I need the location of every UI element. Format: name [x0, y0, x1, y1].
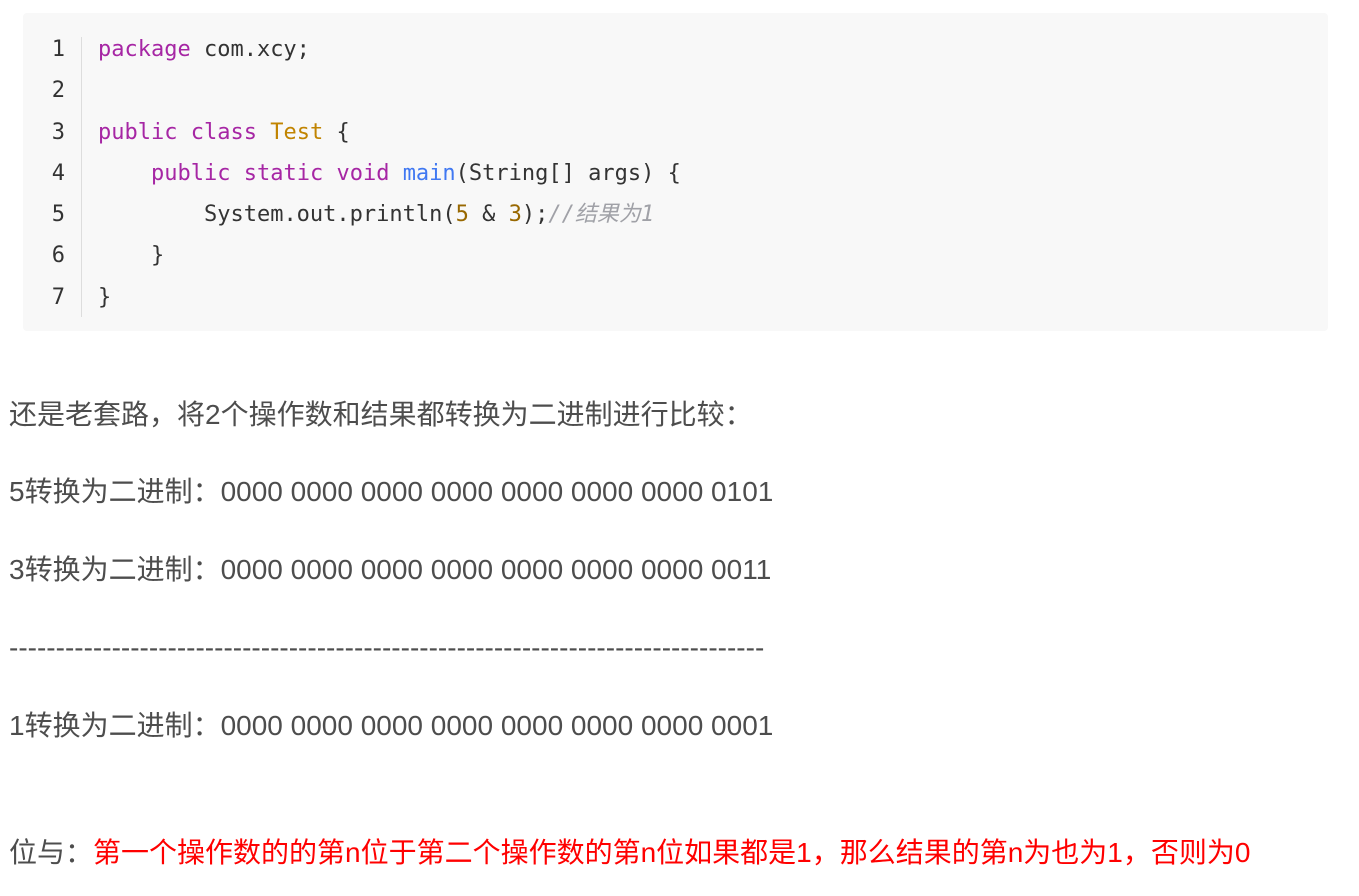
bitwise-and-definition: 位与：第一个操作数的的第n位于第二个操作数的第n位如果都是1，那么结果的第n为也…: [9, 836, 1250, 870]
binary-five-paragraph: 5转换为二进制：0000 0000 0000 0000 0000 0000 00…: [9, 476, 774, 507]
code-text: &: [468, 202, 509, 228]
class-name: Test: [270, 119, 324, 145]
code-comment: //结果为1: [548, 202, 655, 228]
code-content: package com.xcy; public class Test { pub…: [98, 37, 681, 326]
code-line: public class Test {: [98, 120, 681, 161]
line-number: 6: [51, 243, 65, 269]
line-number-gutter: 1 2 3 4 5 6 7: [23, 37, 82, 317]
code-text: );: [521, 202, 549, 228]
line-number: 7: [51, 284, 65, 310]
keyword: public: [98, 119, 178, 145]
number-literal: 5: [455, 202, 469, 228]
divider-line: ----------------------------------------…: [9, 632, 765, 663]
binary-one-paragraph: 1转换为二进制：0000 0000 0000 0000 0000 0000 00…: [9, 710, 774, 741]
code-line: }: [98, 243, 681, 284]
keyword: public: [150, 160, 231, 186]
definition-text: 第一个操作数的的第n位于第二个操作数的第n位如果都是1，那么结果的第n为也为1，…: [93, 837, 1251, 868]
line-number: 4: [51, 160, 65, 186]
function-name: main: [402, 160, 456, 186]
line-number: 2: [51, 78, 65, 104]
binary-three-paragraph: 3转换为二进制：0000 0000 0000 0000 0000 0000 00…: [9, 554, 772, 585]
code-text: (String[] args) {: [455, 160, 681, 186]
keyword: class: [190, 119, 257, 145]
code-line: }: [98, 285, 681, 326]
code-text: com.xcy;: [190, 37, 310, 62]
keyword: static: [243, 160, 324, 186]
code-text: }: [150, 243, 165, 269]
code-text: }: [98, 284, 112, 310]
definition-label: 位与：: [9, 837, 94, 868]
line-number: 5: [51, 202, 65, 228]
intro-paragraph: 还是老套路，将2个操作数和结果都转换为二进制进行比较：: [9, 399, 753, 430]
code-block: 1 2 3 4 5 6 7 package com.xcy; public cl…: [23, 13, 1328, 331]
keyword: package: [98, 37, 191, 62]
keyword: void: [336, 160, 390, 186]
code-line: public static void main(String[] args) {: [98, 161, 681, 202]
code-line: System.out.println(5 & 3);//结果为1: [98, 202, 681, 243]
line-number: 3: [51, 119, 65, 145]
code-text: System.out.println(: [203, 202, 456, 228]
number-literal: 3: [508, 202, 522, 228]
code-line: package com.xcy;: [98, 37, 681, 78]
code-text: {: [323, 119, 350, 145]
line-number: 1: [51, 37, 65, 62]
